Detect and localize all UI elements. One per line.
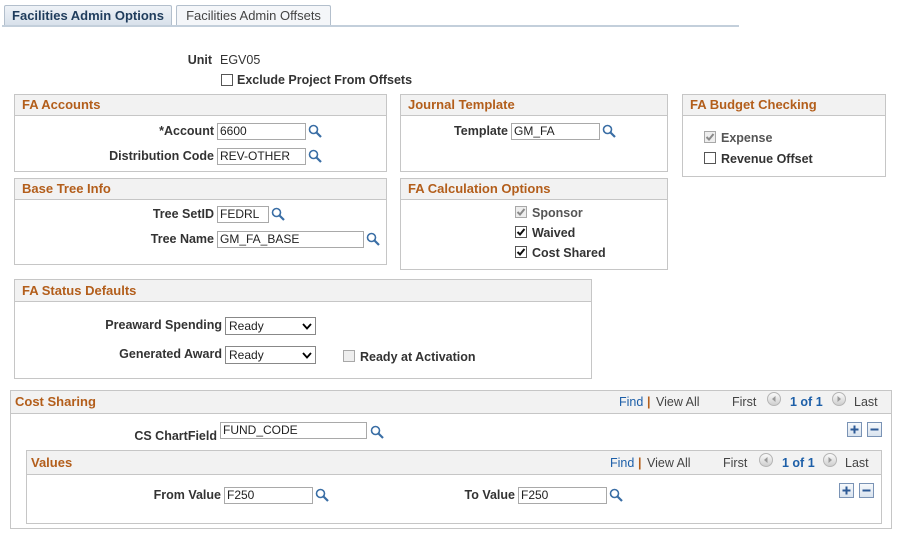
generated-award-label: Generated Award	[119, 347, 222, 361]
chevron-right-icon	[828, 457, 832, 463]
revenue-offset-label: Revenue Offset	[721, 152, 813, 166]
values-last-label: Last	[845, 456, 869, 470]
generated-award-value: Ready	[229, 348, 264, 362]
plus-icon	[850, 425, 859, 434]
fa-accounts-title: FA Accounts	[15, 95, 386, 116]
tree-name-input[interactable]: GM_FA_BASE	[217, 231, 364, 248]
journal-template-title: Journal Template	[401, 95, 667, 116]
cost-sharing-add-row-button[interactable]	[847, 422, 862, 437]
values-next-button[interactable]	[823, 453, 837, 467]
values-pager: 1 of 1	[782, 456, 815, 470]
account-label: *Account	[159, 124, 214, 138]
ready-at-activation-label: Ready at Activation	[360, 350, 476, 364]
chevron-down-icon	[302, 323, 312, 330]
values-title: Values	[27, 451, 881, 475]
minus-icon	[862, 489, 871, 492]
chevron-down-icon	[302, 352, 312, 359]
revenue-offset-checkbox[interactable]	[704, 152, 716, 164]
chevron-right-icon	[837, 396, 841, 402]
generated-award-select[interactable]: Ready	[225, 346, 316, 364]
fa-budget-checking-title: FA Budget Checking	[683, 95, 885, 116]
cost-shared-label: Cost Shared	[532, 246, 606, 260]
waived-label: Waived	[532, 226, 576, 240]
expense-label: Expense	[721, 131, 773, 145]
plus-icon	[842, 486, 851, 495]
cost-sharing-delete-row-button[interactable]	[867, 422, 882, 437]
sponsor-label: Sponsor	[532, 206, 583, 220]
minus-icon	[870, 428, 879, 431]
distribution-code-label: Distribution Code	[109, 149, 214, 163]
cost-sharing-view-all-link[interactable]: View All	[656, 395, 700, 409]
cost-sharing-title: Cost Sharing	[11, 391, 891, 414]
fa-status-defaults-title: FA Status Defaults	[15, 280, 591, 302]
to-value-lookup-icon[interactable]	[609, 488, 623, 502]
values-group: Values	[26, 450, 882, 524]
base-tree-info-group: Base Tree Info	[14, 178, 387, 265]
from-value-label: From Value	[153, 488, 221, 502]
values-delete-row-button[interactable]	[859, 483, 874, 498]
template-lookup-icon[interactable]	[602, 124, 616, 138]
cs-chartfield-lookup-icon[interactable]	[370, 425, 384, 439]
unit-value: EGV05	[220, 53, 261, 67]
chevron-left-icon	[764, 457, 768, 463]
values-separator: |	[638, 456, 642, 470]
preaward-spending-value: Ready	[229, 319, 264, 333]
values-first-label: First	[723, 456, 748, 470]
cost-sharing-first-label: First	[732, 395, 757, 409]
sponsor-checkbox[interactable]	[515, 206, 527, 218]
tab-facilities-admin-options[interactable]: Facilities Admin Options	[4, 5, 172, 25]
cost-shared-checkbox[interactable]	[515, 246, 527, 258]
account-lookup-icon[interactable]	[308, 124, 322, 138]
values-add-row-button[interactable]	[839, 483, 854, 498]
cs-chartfield-label: CS ChartField	[134, 429, 217, 443]
base-tree-info-title: Base Tree Info	[15, 179, 386, 200]
tree-setid-input[interactable]: FEDRL	[217, 206, 269, 223]
cost-sharing-find-link[interactable]: Find	[619, 395, 643, 409]
cs-chartfield-input[interactable]: FUND_CODE	[220, 422, 367, 439]
ready-at-activation-checkbox[interactable]	[343, 350, 355, 362]
tree-setid-lookup-icon[interactable]	[271, 207, 285, 221]
cost-sharing-pager: 1 of 1	[790, 395, 823, 409]
to-value-input[interactable]: F250	[518, 487, 607, 504]
exclude-project-label: Exclude Project From Offsets	[237, 73, 413, 87]
template-label: Template	[454, 124, 508, 138]
tree-setid-label: Tree SetID	[152, 207, 214, 221]
distribution-code-input[interactable]: REV-OTHER	[217, 148, 306, 165]
fa-calculation-options-title: FA Calculation Options	[401, 179, 667, 200]
distribution-code-lookup-icon[interactable]	[308, 149, 322, 163]
template-input[interactable]: GM_FA	[511, 123, 600, 140]
values-prev-button[interactable]	[759, 453, 773, 467]
chevron-left-icon	[772, 396, 776, 402]
cost-sharing-separator: |	[647, 395, 651, 409]
cost-sharing-prev-button[interactable]	[767, 392, 781, 406]
unit-label: Unit	[187, 53, 212, 67]
exclude-project-checkbox[interactable]	[221, 74, 233, 86]
from-value-input[interactable]: F250	[224, 487, 313, 504]
values-find-link[interactable]: Find	[610, 456, 634, 470]
account-input[interactable]: 6600	[217, 123, 306, 140]
cost-sharing-last-label: Last	[854, 395, 878, 409]
cost-sharing-next-button[interactable]	[832, 392, 846, 406]
tab-facilities-admin-offsets[interactable]: Facilities Admin Offsets	[176, 5, 331, 25]
tree-name-label: Tree Name	[150, 232, 214, 246]
values-view-all-link[interactable]: View All	[647, 456, 691, 470]
preaward-spending-select[interactable]: Ready	[225, 317, 316, 335]
tab-underline	[2, 25, 739, 27]
tree-name-lookup-icon[interactable]	[366, 232, 380, 246]
to-value-label: To Value	[464, 488, 515, 502]
from-value-lookup-icon[interactable]	[315, 488, 329, 502]
expense-checkbox[interactable]	[704, 131, 716, 143]
waived-checkbox[interactable]	[515, 226, 527, 238]
preaward-spending-label: Preaward Spending	[105, 318, 222, 332]
